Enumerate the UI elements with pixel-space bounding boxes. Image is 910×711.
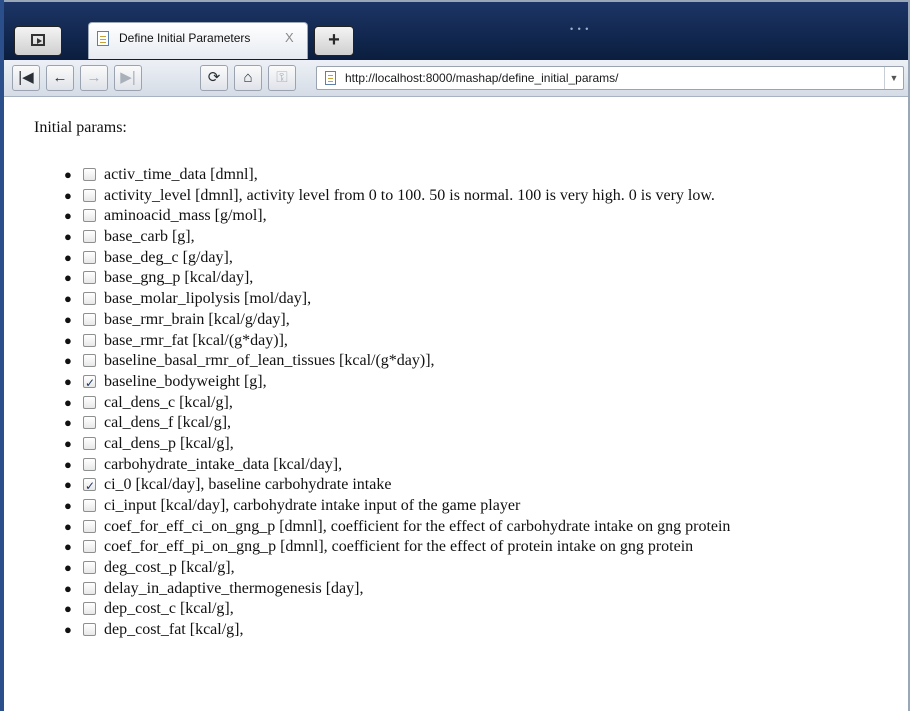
sidebar-toggle-button[interactable]: [14, 26, 62, 56]
bullet-icon: ●: [64, 373, 72, 389]
param-label: base_deg_c [g/day],: [104, 248, 233, 266]
bullet-icon: ●: [64, 560, 72, 576]
param-checkbox[interactable]: [83, 230, 96, 244]
param-label: cal_dens_p [kcal/g],: [104, 434, 234, 452]
param-label: base_molar_lipolysis [mol/day],: [104, 290, 312, 308]
bullet-icon: ●: [64, 229, 72, 245]
param-label: base_rmr_fat [kcal/(g*day)],: [104, 331, 288, 349]
bullet-icon: ●: [64, 456, 72, 472]
bullet-icon: ●: [64, 208, 72, 224]
bullet-icon: ●: [64, 394, 72, 410]
bullet-icon: ●: [64, 332, 72, 348]
bullet-icon: ●: [64, 415, 72, 431]
param-checkbox[interactable]: [83, 292, 96, 306]
key-icon: ⚿: [276, 69, 288, 86]
param-label: delay_in_adaptive_thermogenesis [day],: [104, 579, 364, 597]
navigation-bar: |◀ ← → ▶| ⟳ ⌂ ⚿ http://localhost:8000/ma…: [4, 60, 908, 97]
bullet-icon: ●: [64, 498, 72, 513]
skip-forward-icon: ▶|: [120, 69, 136, 86]
param-label: coef_for_eff_ci_on_gng_p [dmnl], coeffic…: [104, 517, 731, 535]
bullet-icon: ●: [64, 539, 72, 555]
param-checkbox[interactable]: [83, 457, 96, 471]
param-checkbox[interactable]: [83, 209, 96, 223]
tab-define-initial-parameters[interactable]: Define Initial Parameters X: [88, 22, 308, 59]
page-icon: [97, 31, 109, 46]
param-label: cal_dens_f [kcal/g],: [104, 414, 232, 432]
chevron-down-icon[interactable]: ▼: [884, 67, 903, 89]
back-icon: ←: [52, 69, 68, 86]
param-label: deg_cost_p [kcal/g],: [104, 559, 235, 577]
skip-back-icon: |◀: [18, 69, 34, 86]
param-label: coef_for_eff_pi_on_gng_p [dmnl], coeffic…: [104, 538, 694, 556]
param-label: base_gng_p [kcal/day],: [104, 269, 254, 287]
param-checkbox[interactable]: [83, 499, 96, 512]
param-checkbox[interactable]: [83, 561, 96, 575]
param-label: ci_input [kcal/day], carbohydrate intake…: [104, 497, 521, 514]
tab-strip: Define Initial Parameters X + • • •: [4, 2, 908, 60]
new-tab-button[interactable]: +: [314, 26, 354, 56]
forward-button[interactable]: →: [80, 65, 108, 91]
param-checkbox[interactable]: [83, 312, 96, 326]
param-checkbox[interactable]: [83, 602, 96, 616]
param-label: dep_cost_fat [kcal/g],: [104, 621, 244, 639]
tab-title: Define Initial Parameters: [119, 31, 251, 45]
home-icon: ⌂: [243, 69, 253, 86]
reload-button[interactable]: ⟳: [200, 65, 228, 91]
bullet-icon: ●: [64, 518, 72, 534]
tab-strip-grip: • • •: [570, 24, 590, 34]
param-label: ci_0 [kcal/day], baseline carbohydrate i…: [104, 476, 392, 494]
url-text[interactable]: http://localhost:8000/mashap/define_init…: [345, 71, 619, 85]
bullet-icon: ●: [64, 435, 72, 451]
param-checkbox[interactable]: [83, 476, 96, 497]
param-checkbox[interactable]: [83, 373, 96, 394]
param-label: activ_time_data [dmnl],: [104, 166, 258, 183]
bullet-icon: ●: [64, 167, 72, 182]
bullet-icon: ●: [64, 601, 72, 617]
param-checkbox[interactable]: [83, 271, 96, 285]
param-label: baseline_basal_rmr_of_lean_tissues [kcal…: [104, 352, 435, 370]
bullet-icon: ●: [64, 270, 72, 286]
bullet-icon: ●: [64, 353, 72, 369]
param-label: base_rmr_brain [kcal/g/day],: [104, 310, 290, 328]
bullet-icon: ●: [64, 187, 72, 203]
sidebar-toggle-icon: [31, 34, 45, 46]
param-checkbox[interactable]: [83, 436, 96, 450]
param-checkbox[interactable]: [83, 416, 96, 430]
bullet-icon: ●: [64, 477, 72, 493]
param-checkbox[interactable]: [83, 395, 96, 409]
tab-close-icon[interactable]: X: [285, 30, 294, 45]
skip-back-button[interactable]: |◀: [12, 65, 40, 91]
bullet-icon: ●: [64, 311, 72, 327]
param-label: activity_level [dmnl], activity level fr…: [104, 186, 715, 204]
page-content: Initial params: ● activ_time_data [dmnl],…: [4, 97, 908, 711]
param-label: dep_cost_c [kcal/g],: [104, 600, 234, 618]
bullet-icon: ●: [64, 580, 72, 596]
param-label: baseline_bodyweight [g],: [104, 372, 267, 390]
key-button[interactable]: ⚿: [268, 65, 296, 91]
forward-icon: →: [86, 69, 102, 86]
param-checkbox[interactable]: [83, 581, 96, 595]
param-checkbox[interactable]: [83, 519, 96, 533]
param-checkbox[interactable]: [83, 540, 96, 554]
param-label: base_carb [g],: [104, 228, 195, 246]
param-checkbox[interactable]: [83, 168, 96, 181]
page-icon: [325, 71, 336, 85]
param-checkbox[interactable]: [83, 188, 96, 202]
param-label: carbohydrate_intake_data [kcal/day],: [104, 455, 343, 473]
bullet-icon: ●: [64, 249, 72, 265]
bullet-icon: ●: [64, 291, 72, 307]
param-checkbox[interactable]: [83, 250, 96, 264]
address-bar[interactable]: http://localhost:8000/mashap/define_init…: [316, 66, 904, 90]
home-button[interactable]: ⌂: [234, 65, 262, 91]
param-checkbox[interactable]: [83, 333, 96, 347]
param-label: cal_dens_c [kcal/g],: [104, 393, 233, 411]
param-checkbox[interactable]: [83, 354, 96, 368]
param-label: aminoacid_mass [g/mol],: [104, 207, 267, 225]
page-heading: Initial params:: [34, 119, 127, 136]
skip-forward-button[interactable]: ▶|: [114, 65, 142, 91]
param-checkbox[interactable]: [83, 623, 96, 637]
reload-icon: ⟳: [207, 69, 221, 86]
back-button[interactable]: ←: [46, 65, 74, 91]
bullet-icon: ●: [64, 622, 72, 638]
